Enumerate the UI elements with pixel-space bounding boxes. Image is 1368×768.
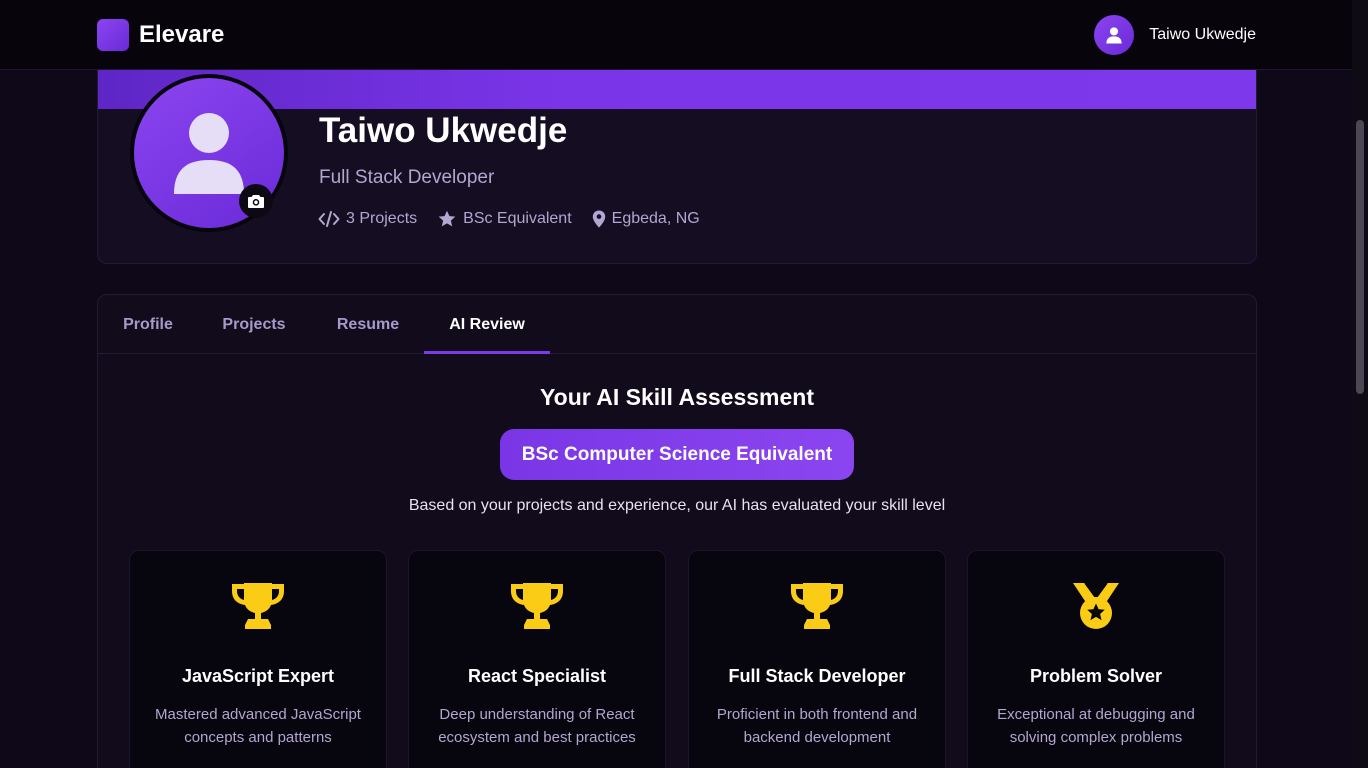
tab-projects[interactable]: Projects bbox=[204, 295, 304, 354]
achievement-title: React Specialist bbox=[467, 666, 607, 686]
achievement-card: React Specialist Deep understanding of R… bbox=[408, 550, 666, 768]
achievement-card: JavaScript Expert Mastered advanced Java… bbox=[129, 550, 387, 768]
user-avatar[interactable] bbox=[1094, 15, 1135, 55]
trophy-icon bbox=[232, 583, 284, 629]
star-icon bbox=[438, 210, 456, 227]
achievement-description: Proficient in both frontend and backend … bbox=[716, 706, 918, 746]
page-scrollbar[interactable] bbox=[1352, 0, 1368, 768]
brand[interactable]: Elevare bbox=[97, 19, 224, 51]
meta-location: Egbeda, NG bbox=[592, 210, 700, 228]
scrollbar-thumb[interactable] bbox=[1356, 120, 1364, 394]
code-icon bbox=[318, 211, 340, 227]
achievement-title: JavaScript Expert bbox=[181, 666, 335, 686]
achievement-title: Full Stack Developer bbox=[728, 666, 906, 686]
location-pin-icon bbox=[592, 210, 605, 228]
meta-projects: 3 Projects bbox=[318, 210, 417, 228]
change-photo-button[interactable] bbox=[239, 184, 273, 218]
medal-icon bbox=[1073, 582, 1119, 629]
skill-level-badge: BSc Computer Science Equivalent bbox=[500, 429, 854, 480]
trophy-icon bbox=[791, 583, 843, 629]
tab-ai-review[interactable]: AI Review bbox=[424, 295, 550, 354]
brand-logo bbox=[97, 19, 129, 51]
profile-name: Taiwo Ukwedje bbox=[319, 111, 568, 150]
tab-profile[interactable]: Profile bbox=[98, 295, 198, 354]
meta-location-label: Egbeda, NG bbox=[611, 210, 700, 227]
section-title: Your AI Skill Assessment bbox=[540, 384, 814, 410]
active-tab-indicator bbox=[424, 351, 550, 354]
trophy-icon bbox=[511, 583, 563, 629]
brand-name: Elevare bbox=[139, 21, 225, 48]
nav-username[interactable]: Taiwo Ukwedje bbox=[1149, 26, 1256, 44]
achievement-title: Problem Solver bbox=[1029, 666, 1163, 686]
camera-icon bbox=[248, 195, 264, 208]
user-icon bbox=[174, 113, 244, 194]
top-navbar: Elevare Taiwo Ukwedje bbox=[0, 0, 1352, 70]
achievement-description: Exceptional at debugging and solving com… bbox=[997, 706, 1195, 746]
achievement-description: Mastered advanced JavaScript concepts an… bbox=[155, 706, 361, 746]
user-icon bbox=[1106, 27, 1122, 44]
meta-level: BSc Equivalent bbox=[437, 210, 572, 228]
tab-bar: Profile Projects Resume AI Review bbox=[98, 295, 1256, 354]
profile-meta: 3 Projects BSc Equivalent Egbeda, NG bbox=[318, 210, 720, 228]
assessment-description: Based on your projects and experience, o… bbox=[408, 497, 946, 514]
user-menu[interactable]: Taiwo Ukwedje bbox=[1094, 15, 1256, 55]
achievement-card: Full Stack Developer Proficient in both … bbox=[688, 550, 946, 768]
profile-card: Taiwo Ukwedje Full Stack Developer 3 Pro… bbox=[97, 40, 1257, 264]
meta-projects-label: 3 Projects bbox=[346, 210, 418, 227]
achievement-card: Problem Solver Exceptional at debugging … bbox=[967, 550, 1225, 768]
tab-resume[interactable]: Resume bbox=[318, 295, 418, 354]
achievement-description: Deep understanding of React ecosystem an… bbox=[438, 706, 636, 746]
meta-level-label: BSc Equivalent bbox=[463, 210, 572, 227]
profile-role: Full Stack Developer bbox=[319, 167, 495, 188]
tabs-card: Profile Projects Resume AI Review Your A… bbox=[97, 294, 1257, 768]
